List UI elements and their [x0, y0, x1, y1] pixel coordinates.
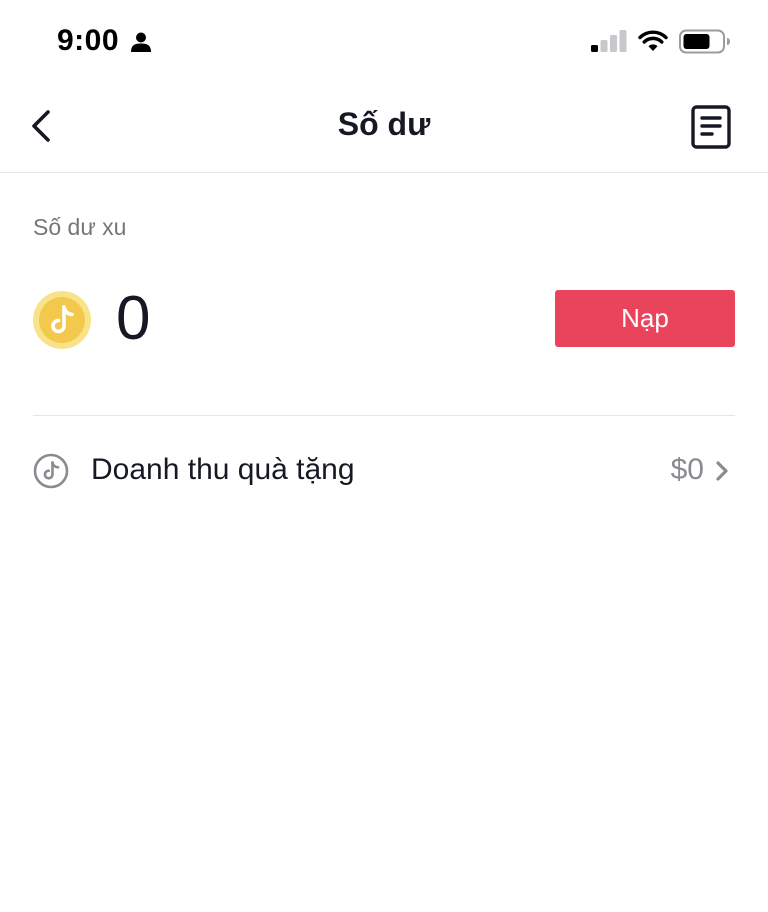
coin-balance-amount: 0 [116, 284, 151, 353]
status-bar: 9:00 [0, 0, 768, 86]
page-title: Số dư [337, 106, 431, 142]
recharge-button[interactable]: Nạp [555, 290, 735, 347]
gift-revenue-value: $0 [670, 453, 704, 486]
tiktok-circle-icon [33, 453, 69, 489]
wifi-icon [638, 30, 668, 51]
cellular-signal-icon [591, 30, 627, 52]
divider [33, 415, 735, 416]
navigation-bar: Số dư [0, 86, 768, 173]
battery-icon [679, 29, 730, 54]
gift-revenue-row[interactable]: Doanh thu quà tặng $0 [0, 436, 768, 506]
transaction-history-button[interactable] [688, 104, 734, 150]
gift-revenue-label: Doanh thu quà tặng [91, 453, 355, 486]
tiktok-coin-icon [33, 291, 91, 349]
status-time: 9:00 [57, 24, 120, 57]
person-icon [131, 32, 151, 52]
chevron-right-icon [716, 461, 728, 481]
coin-balance-label: Số dư xu [33, 214, 127, 240]
